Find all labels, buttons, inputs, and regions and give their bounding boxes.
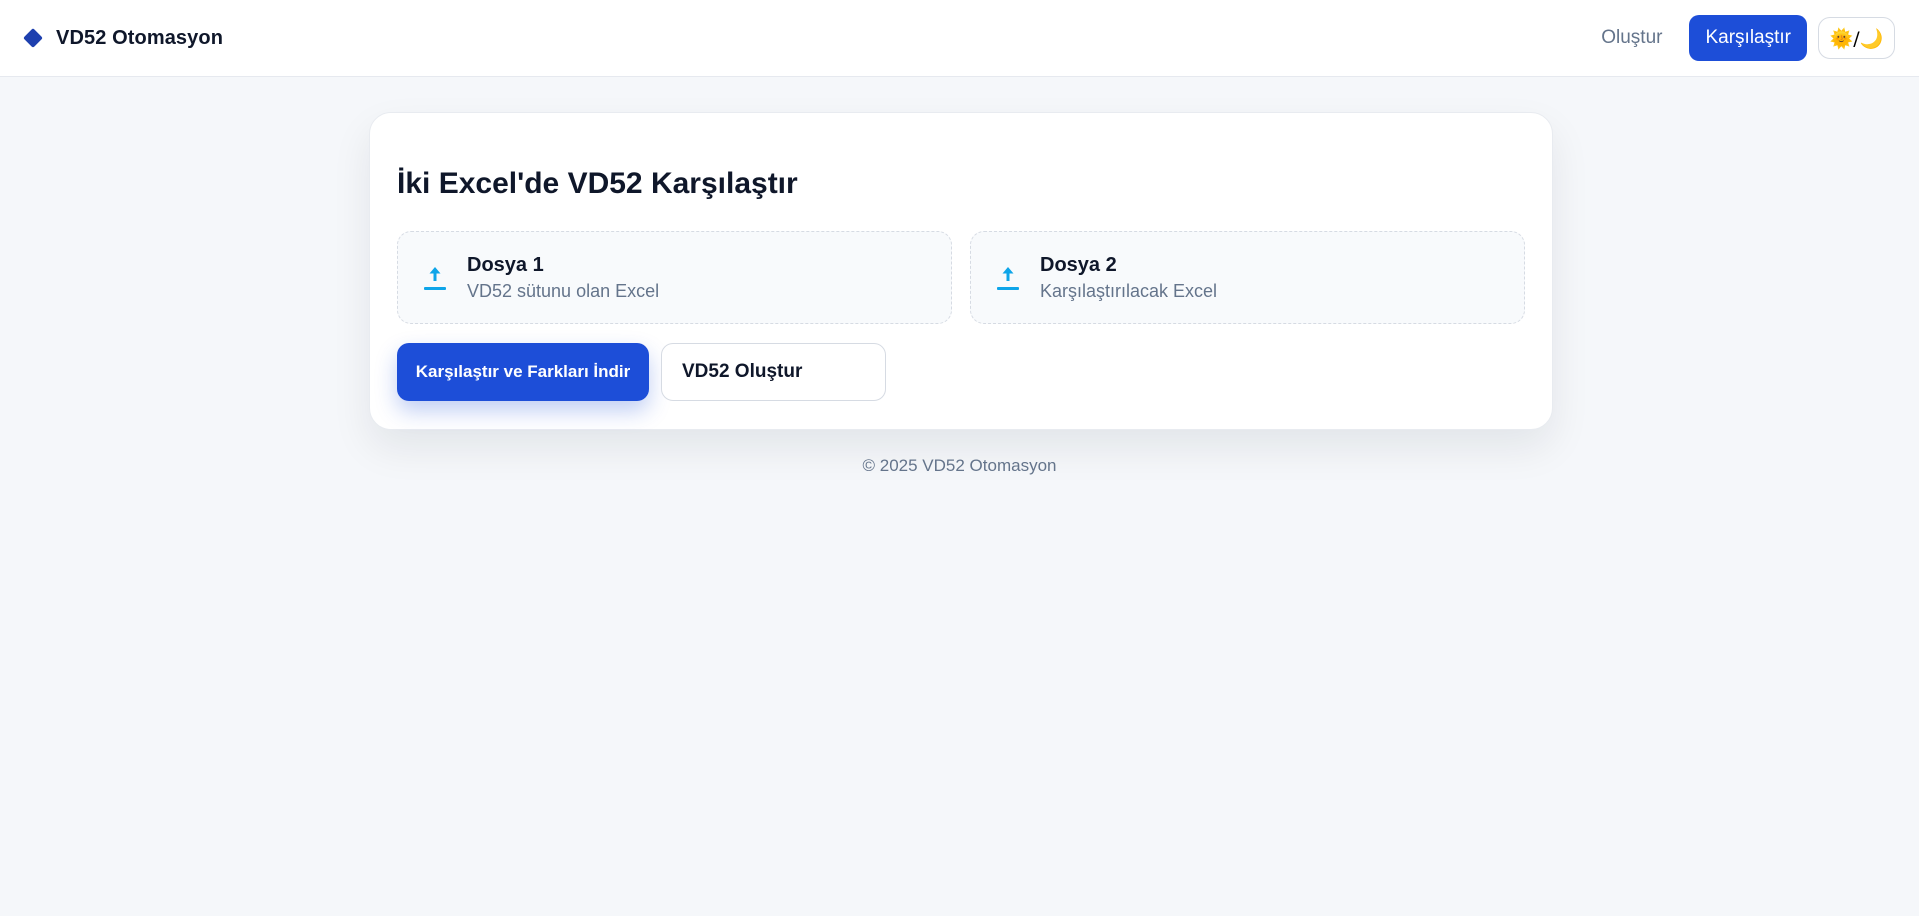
page-title: İki Excel'de VD52 Karşılaştır [397,167,798,200]
compare-card: İki Excel'de VD52 Karşılaştır Dosya 1 VD… [369,112,1553,430]
upload-icon [996,263,1020,293]
brand[interactable]: VD52 Otomasyon [23,26,224,50]
file2-title: Dosya 2 [1040,253,1117,276]
nav-compare-button[interactable]: Karşılaştır [1689,15,1807,61]
nav-create-link[interactable]: Oluştur [1585,17,1678,59]
brand-name: VD52 Otomasyon [56,26,224,49]
diamond-icon [23,28,43,48]
upload-icon [423,263,447,293]
file1-dropzone[interactable]: Dosya 1 VD52 sütunu olan Excel [397,231,952,324]
compare-download-button[interactable]: Karşılaştır ve Farkları İndir [397,343,649,401]
file1-subtitle: VD52 sütunu olan Excel [467,280,660,301]
file1-title: Dosya 1 [467,253,544,276]
top-bar: VD52 Otomasyon Oluştur Karşılaştır 🌞/🌙 [0,0,1919,77]
footer: © 2025 VD52 Otomasyon [862,456,1057,475]
main-nav: Oluştur Karşılaştır 🌞/🌙 [1585,15,1895,61]
theme-toggle-button[interactable]: 🌞/🌙 [1818,17,1895,59]
file2-dropzone[interactable]: Dosya 2 Karşılaştırılacak Excel [970,231,1525,324]
create-vd52-button[interactable]: VD52 Oluştur [661,343,886,401]
file2-subtitle: Karşılaştırılacak Excel [1040,280,1218,301]
